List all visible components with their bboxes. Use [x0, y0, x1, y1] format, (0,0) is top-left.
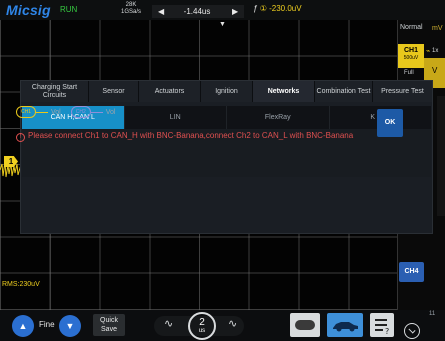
- tab-ignition[interactable]: Ignition: [201, 81, 253, 102]
- top-status-bar: Micsig RUN 28K 1GSa/s ◀ -1.44us ▶ ƒ ① -2…: [0, 0, 445, 20]
- tab-pressure-test[interactable]: Pressure Test: [373, 81, 432, 102]
- tab-combination-test[interactable]: Combination Test: [315, 81, 373, 102]
- acquire-mode-label[interactable]: Normal: [400, 24, 423, 31]
- ch4-button[interactable]: CH4: [399, 262, 424, 282]
- time-right-arrow-icon[interactable]: ▶: [232, 7, 238, 16]
- time-offset-control[interactable]: ◀ -1.44us ▶: [152, 5, 244, 18]
- networks-dialog: Charging Start Circuits Sensor Actuators…: [20, 80, 433, 234]
- menu-help-button[interactable]: ?: [370, 313, 394, 337]
- subtab-flexray[interactable]: FlexRay: [227, 106, 330, 129]
- ok-button[interactable]: OK: [377, 109, 403, 137]
- run-state-indicator[interactable]: RUN: [60, 5, 77, 14]
- trigger-readout[interactable]: ƒ ① -230.0uV: [253, 4, 302, 13]
- channel-menu-button[interactable]: [290, 313, 320, 337]
- ch1-label: CH1: [403, 47, 418, 54]
- power-menu-icon[interactable]: [404, 323, 420, 339]
- timebase-knob[interactable]: 2 us: [188, 312, 216, 340]
- ch1-side-label: V: [432, 66, 438, 75]
- timebase-increase-icon[interactable]: ∿: [228, 317, 237, 330]
- car-icon: [333, 322, 358, 332]
- trigger-level-value: -230.0uV: [269, 4, 302, 13]
- connection-instructions: ! Please connect Ch1 to CAN_H with BNC-Ba…: [16, 131, 366, 142]
- probe-ratio-label: 1x: [432, 48, 439, 54]
- tab-sensor[interactable]: Sensor: [89, 81, 139, 102]
- tab-charging-start-circuits[interactable]: Charging Start Circuits: [21, 81, 89, 102]
- timebase-decrease-icon[interactable]: ∿: [164, 317, 173, 330]
- up-arrow-button[interactable]: ▲: [12, 315, 34, 337]
- auto-car-button[interactable]: [327, 313, 363, 337]
- ch2-legend-badge: CH2: [70, 106, 91, 118]
- sample-points-value: 28K: [125, 2, 137, 8]
- subtab-lin[interactable]: LIN: [125, 106, 227, 129]
- channel-icon: [295, 320, 315, 330]
- svg-text:?: ?: [385, 327, 389, 336]
- tab-networks[interactable]: Networks: [253, 81, 315, 102]
- ch2-legend-line: [90, 111, 103, 113]
- sample-rate-readout: 28K 1GSa/s: [117, 2, 145, 16]
- ch1-legend-label: Vol: [51, 108, 61, 116]
- alert-icon: !: [16, 133, 25, 142]
- category-tab-bar: Charging Start Circuits Sensor Actuators…: [21, 81, 432, 102]
- time-offset-value: -1.44us: [183, 7, 211, 16]
- menu-help-icon: ?: [375, 319, 389, 336]
- quick-save-label-1: Quick: [100, 317, 118, 324]
- ch2-legend-label: Vol: [105, 108, 116, 116]
- trigger-position-marker-icon[interactable]: ▼: [219, 21, 226, 28]
- down-arrow-button[interactable]: ▼: [59, 315, 81, 337]
- timebase-value: 2: [199, 317, 205, 328]
- instruction-text: Please connect Ch1 to CAN_H with BNC-Ban…: [28, 131, 354, 140]
- fine-adjust-label[interactable]: Fine: [39, 320, 55, 329]
- time-left-arrow-icon[interactable]: ◀: [158, 7, 164, 16]
- trigger-source-icon: ①: [259, 4, 267, 13]
- timebase-unit: us: [198, 328, 206, 334]
- tab-actuators[interactable]: Actuators: [139, 81, 201, 102]
- unit-hint-label: mV: [432, 25, 443, 32]
- rms-measurement[interactable]: RMS:230uV: [2, 281, 40, 288]
- ch1-scale-value: 500uV: [403, 55, 419, 61]
- ch1-legend-line: [36, 111, 48, 113]
- rising-edge-icon: ƒ: [253, 4, 258, 13]
- channel-legend: CH1 Vol CH2 Vol: [16, 105, 125, 119]
- edge-number-label: 11: [429, 311, 436, 317]
- ch1-coupling-icon: ⌁: [426, 48, 431, 55]
- quick-save-label-2: Save: [101, 326, 117, 333]
- quick-save-button[interactable]: Quick Save: [93, 314, 125, 336]
- ch1-legend-badge: CH1: [16, 106, 36, 118]
- ch1-scale-button[interactable]: CH1 500uV: [398, 44, 424, 68]
- brand-logo: Micsig: [6, 2, 51, 18]
- bandwidth-label: Full: [404, 70, 414, 76]
- sample-rate-value: 1GSa/s: [120, 9, 141, 15]
- side-scrollbar[interactable]: [437, 96, 445, 216]
